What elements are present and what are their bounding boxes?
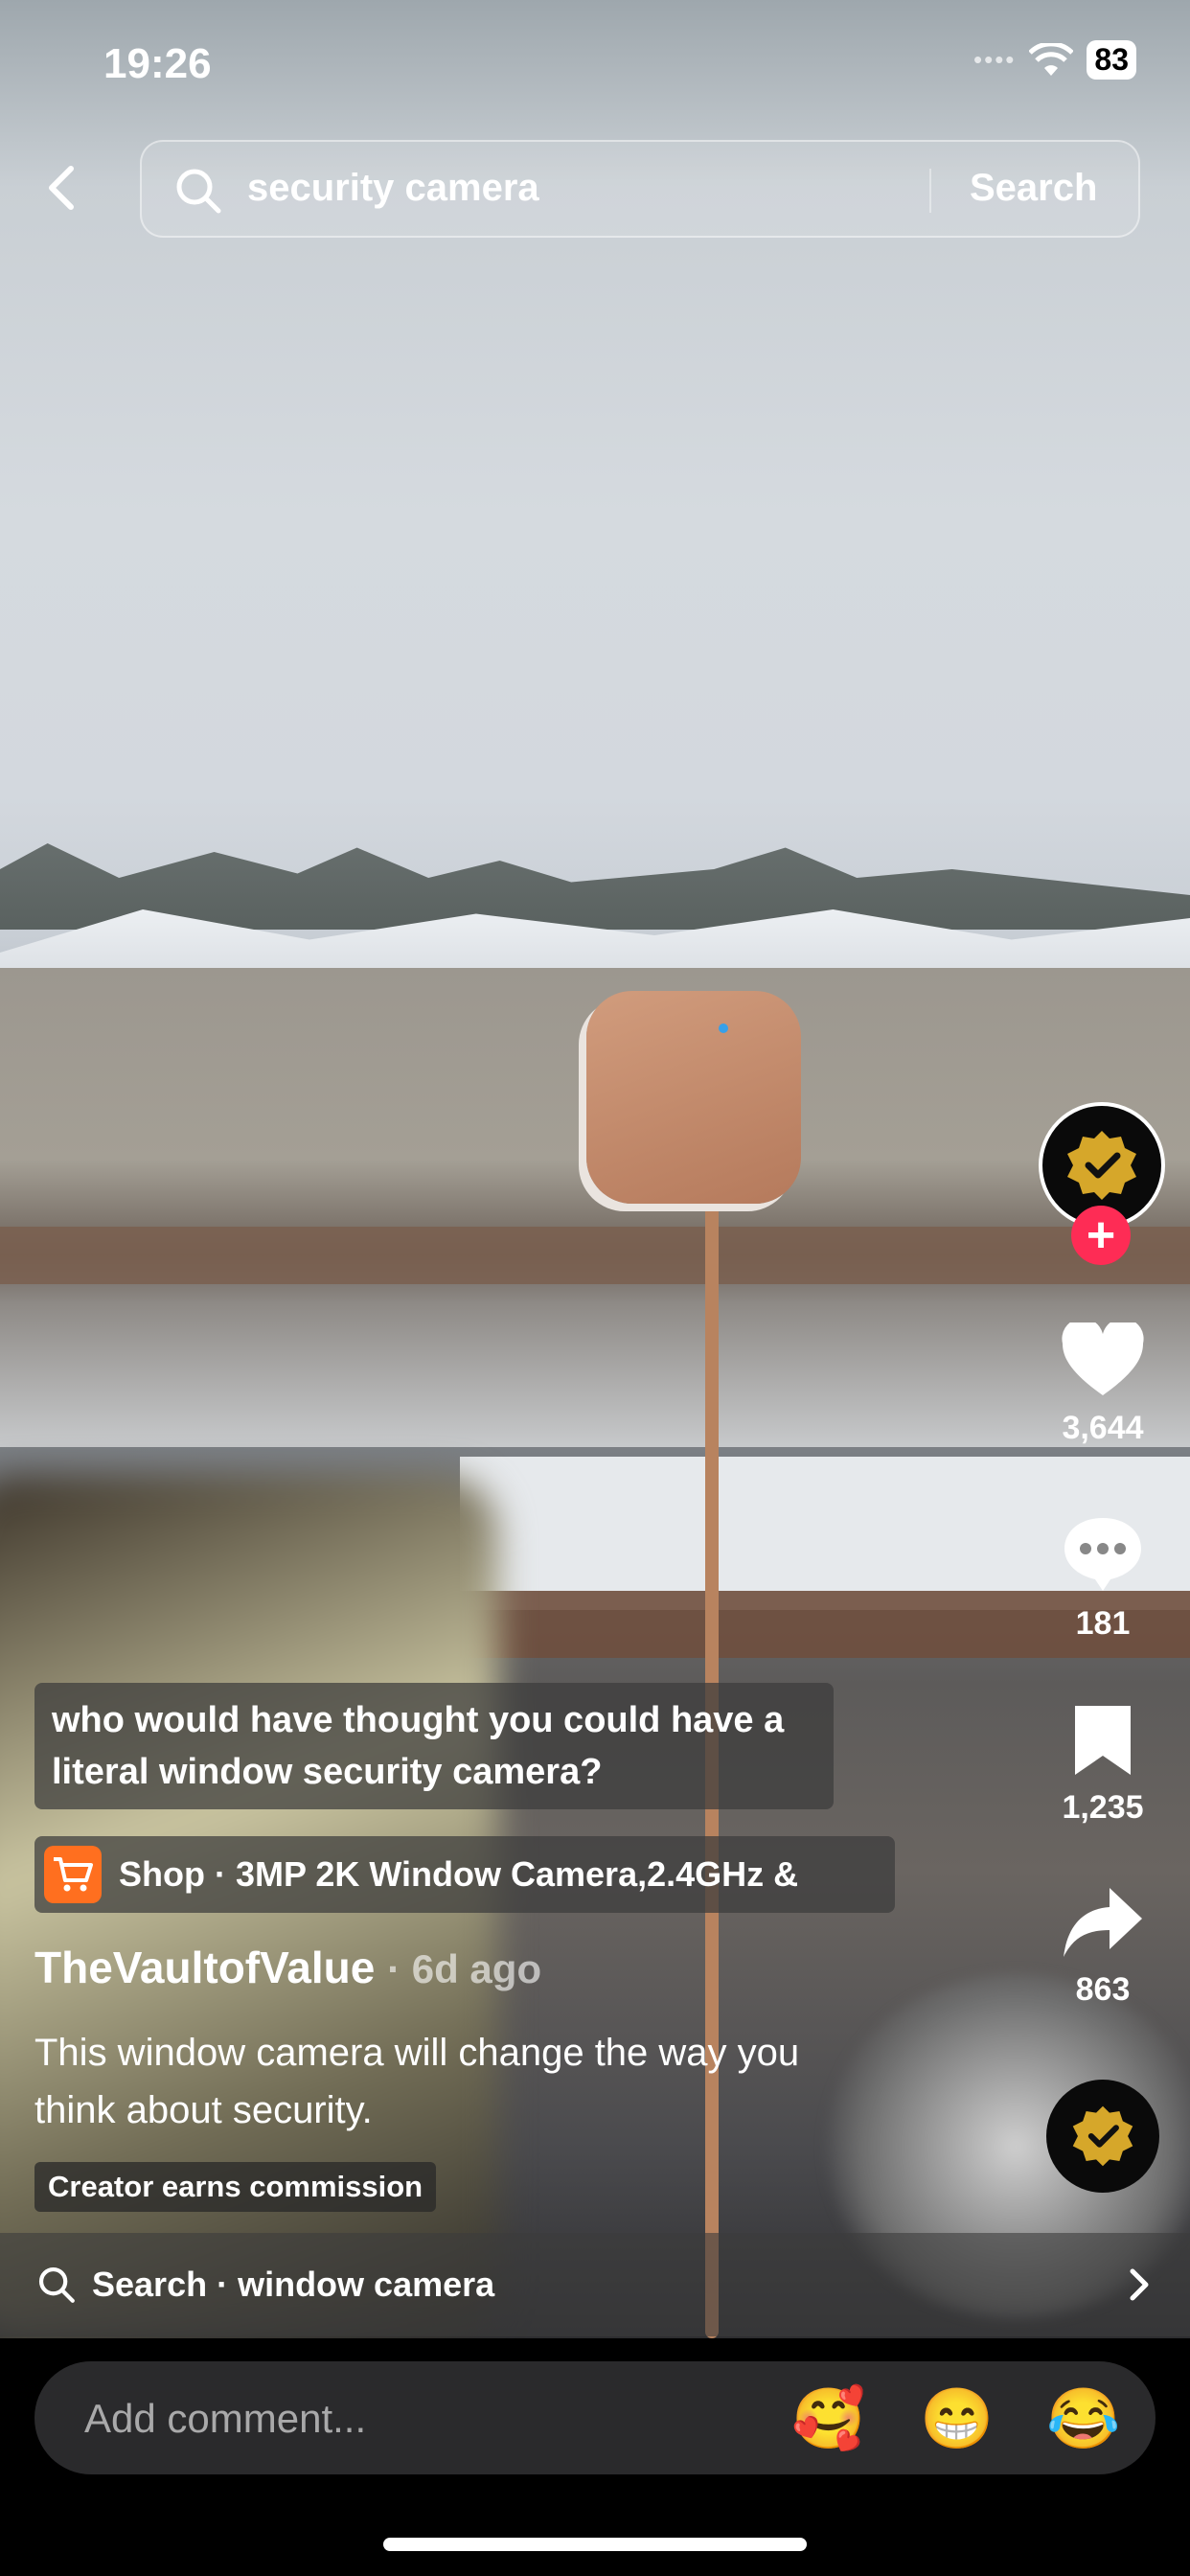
comment-count: 181	[1075, 1605, 1131, 1642]
window-camera	[586, 991, 801, 1204]
cellular-signal-icon: ••••	[973, 45, 1017, 74]
comment-icon	[1064, 1518, 1141, 1591]
search-icon	[38, 2266, 75, 2303]
back-button[interactable]	[36, 161, 90, 215]
video-description[interactable]: This window camera will change the way y…	[34, 2024, 878, 2139]
camera-led	[719, 1024, 728, 1033]
follow-button[interactable]: +	[1071, 1206, 1131, 1265]
home-indicator[interactable]	[383, 2538, 807, 2551]
related-search-bar[interactable]: Search · window camera	[0, 2233, 1190, 2336]
commission-badge: Creator earns commission	[34, 2162, 437, 2212]
plus-icon: +	[1086, 1208, 1116, 1263]
save-button[interactable]: 1,235	[1044, 1702, 1161, 1827]
chevron-right-icon	[1130, 2268, 1149, 2301]
search-query[interactable]: security camera	[247, 167, 539, 210]
search-bar[interactable]: security camera Search	[140, 140, 1140, 238]
shopping-cart-icon	[44, 1846, 102, 1903]
comment-button[interactable]: 181	[1044, 1514, 1161, 1643]
share-count: 863	[1075, 1971, 1131, 2008]
related-search-text: Search · window camera	[92, 2265, 495, 2304]
sound-disc[interactable]	[1046, 2080, 1159, 2193]
chevron-left-icon	[49, 166, 74, 210]
comment-input[interactable]: Add comment... 🥰 😁 😂	[34, 2361, 1156, 2474]
share-icon	[1064, 1888, 1142, 1957]
post-age: · 6d ago	[387, 1946, 542, 1991]
search-button[interactable]: Search	[970, 167, 1097, 210]
status-icons: •••• 83	[973, 40, 1136, 80]
video-caption-overlay: who would have thought you could have a …	[34, 1683, 834, 1809]
comment-placeholder: Add comment...	[84, 2396, 367, 2441]
battery-indicator: 83	[1087, 40, 1136, 80]
like-button[interactable]: 3,644	[1044, 1318, 1161, 1447]
bookmark-icon	[1075, 1706, 1131, 1775]
window-frame	[0, 1227, 1190, 1284]
wifi-icon	[1029, 42, 1074, 76]
verified-badge-icon	[1067, 1131, 1136, 1200]
emoji-hearts-button[interactable]: 🥰	[791, 2390, 865, 2450]
bottom-bar: Add comment... 🥰 😁 😂	[0, 2338, 1190, 2576]
shop-label: Shop · 3MP 2K Window Camera,2.4GHz &	[119, 1854, 799, 1894]
shop-link[interactable]: Shop · 3MP 2K Window Camera,2.4GHz &	[34, 1836, 895, 1913]
emoji-laugh-button[interactable]: 😂	[1046, 2390, 1120, 2450]
verified-badge-icon	[1072, 2105, 1133, 2167]
like-count: 3,644	[1062, 1410, 1144, 1446]
status-time: 19:26	[103, 40, 212, 87]
search-icon	[176, 169, 221, 214]
author-row[interactable]: TheVaultofValue · 6d ago	[34, 1942, 541, 1993]
username[interactable]: TheVaultofValue	[34, 1943, 375, 1992]
share-button[interactable]: 863	[1044, 1884, 1161, 2009]
heart-icon	[1062, 1318, 1144, 1395]
search-divider	[929, 169, 931, 213]
save-count: 1,235	[1062, 1789, 1144, 1826]
emoji-grin-button[interactable]: 😁	[920, 2390, 994, 2450]
